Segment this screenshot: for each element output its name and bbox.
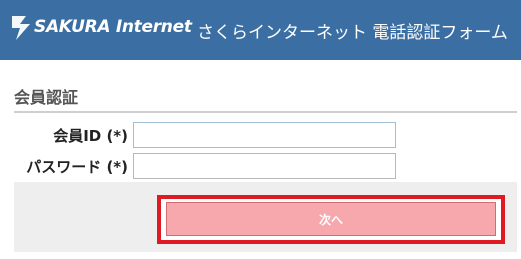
header-bar: SAKURA Internet さくらインターネット 電話認証フォーム (0, 0, 521, 60)
section-title: 会員認証 (14, 88, 79, 107)
next-button[interactable]: 次へ (166, 202, 496, 236)
section-divider (14, 111, 517, 113)
logo-text: SAKURA Internet (34, 17, 192, 37)
password-label: パスワード (*) (26, 158, 128, 176)
member-id-input[interactable] (133, 122, 396, 148)
member-id-label: 会員ID (*) (53, 127, 128, 145)
page-title: さくらインターネット 電話認証フォーム (197, 23, 508, 43)
password-input[interactable] (133, 153, 396, 179)
sakura-logo-icon (12, 16, 30, 40)
